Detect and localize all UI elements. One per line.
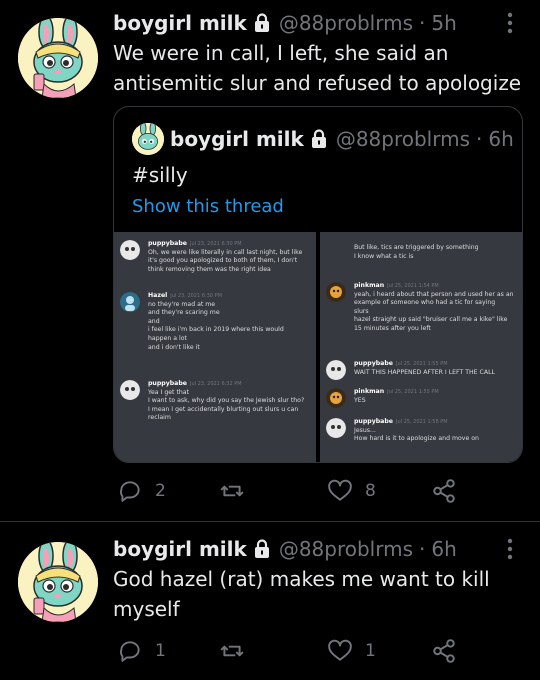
user-avatar-icon xyxy=(120,240,140,260)
lock-icon xyxy=(310,129,328,149)
tweet-header: boygirl milk @88problrms · 5h xyxy=(113,8,457,38)
separator-dot: · xyxy=(419,11,426,35)
reply-icon xyxy=(119,481,140,502)
tweet-actions: 2 8 xyxy=(113,476,523,506)
separator-dot: · xyxy=(476,127,483,151)
reply-button[interactable]: 2 xyxy=(117,476,166,506)
display-name[interactable]: boygirl milk xyxy=(113,537,247,561)
bunny-avatar-icon xyxy=(18,542,98,622)
like-count: 1 xyxy=(365,641,376,661)
lock-icon xyxy=(253,13,271,33)
chat-message: But like, tics are triggered by somethin… xyxy=(354,244,479,260)
bunny-avatar-icon xyxy=(132,123,164,155)
bunny-avatar-icon xyxy=(18,18,98,98)
heart-icon xyxy=(328,639,352,661)
heart-icon xyxy=(328,479,352,501)
reply-icon xyxy=(119,641,140,662)
quote-display-name: boygirl milk xyxy=(170,127,304,151)
user-avatar-icon xyxy=(326,388,346,408)
avatar[interactable] xyxy=(18,542,98,622)
quote-header: boygirl milk @88problrms · 6h xyxy=(170,123,514,155)
more-options-icon[interactable] xyxy=(500,536,520,562)
screenshot-right[interactable]: But like, tics are triggered by somethin… xyxy=(320,232,522,462)
reply-count: 1 xyxy=(155,641,166,661)
share-icon xyxy=(433,479,455,503)
user-avatar-icon xyxy=(120,292,140,312)
user-avatar-icon xyxy=(120,380,140,400)
retweet-icon xyxy=(220,485,244,497)
reply-button[interactable]: 1 xyxy=(117,636,166,666)
chat-message: pinkman Jul 25, 2021 1:54 PM yeah, i hear… xyxy=(326,282,520,334)
quote-images[interactable]: puppybabe Jul 23, 2021 6:30 PM Oh, we wer… xyxy=(114,232,522,462)
retweet-button[interactable] xyxy=(219,636,257,666)
chat-message: pinkman Jul 25, 2021 1:55 PM YES xyxy=(326,388,520,408)
retweet-button[interactable] xyxy=(219,476,257,506)
tweet-2[interactable]: boygirl milk @88problrms · 6h God hazel … xyxy=(0,522,540,680)
share-button[interactable] xyxy=(431,476,457,506)
lock-icon xyxy=(253,539,271,559)
user-avatar-icon xyxy=(326,418,346,438)
quote-handle: @88problrms xyxy=(335,127,471,151)
like-button[interactable]: 8 xyxy=(327,476,376,506)
share-button[interactable] xyxy=(431,636,457,666)
chat-message: puppybabe Jul 25, 2021 1:58 PM Jesus... H… xyxy=(326,418,520,444)
share-icon xyxy=(433,639,455,663)
separator-dot: · xyxy=(419,537,426,561)
chat-message: puppybabe Jul 23, 2021 6:30 PM Oh, we wer… xyxy=(120,240,314,274)
display-name[interactable]: boygirl milk xyxy=(113,11,247,35)
quote-text: #silly xyxy=(132,163,188,187)
chat-message: puppybabe Jul 23, 2021 6:32 PM Yea I get … xyxy=(120,380,314,423)
retweet-icon xyxy=(220,645,244,657)
timestamp[interactable]: 6h xyxy=(431,537,456,561)
chat-message: puppybabe Jul 25, 2021 1:55 PM WAIT THIS … xyxy=(326,360,520,380)
quote-tweet-card[interactable]: boygirl milk @88problrms · 6h #silly Sho… xyxy=(113,106,523,463)
quote-timestamp: 6h xyxy=(488,127,514,151)
user-avatar-icon xyxy=(326,282,346,302)
tweet-actions: 1 1 xyxy=(113,636,523,666)
tweet-text: God hazel (rat) makes me want to kill my… xyxy=(113,567,490,621)
handle[interactable]: @88problrms xyxy=(279,537,413,561)
more-options-icon[interactable] xyxy=(500,10,520,36)
chat-message: Hazel Jul 23, 2021 6:30 PM no they're mad… xyxy=(120,292,314,352)
tweet-text: We were in call, I left, she said an ant… xyxy=(113,41,522,95)
tweet-header: boygirl milk @88problrms · 6h xyxy=(113,534,457,564)
screenshot-left[interactable]: puppybabe Jul 23, 2021 6:30 PM Oh, we wer… xyxy=(114,232,316,462)
like-button[interactable]: 1 xyxy=(327,636,376,666)
user-avatar-icon xyxy=(326,360,346,380)
timestamp[interactable]: 5h xyxy=(431,11,456,35)
reply-count: 2 xyxy=(155,481,166,501)
avatar[interactable] xyxy=(18,18,98,98)
handle[interactable]: @88problrms xyxy=(279,11,413,35)
like-count: 8 xyxy=(365,481,376,501)
tweet-1[interactable]: boygirl milk @88problrms · 5h We were in… xyxy=(0,0,540,521)
show-thread-link[interactable]: Show this thread xyxy=(132,193,284,221)
quote-avatar xyxy=(132,123,164,155)
